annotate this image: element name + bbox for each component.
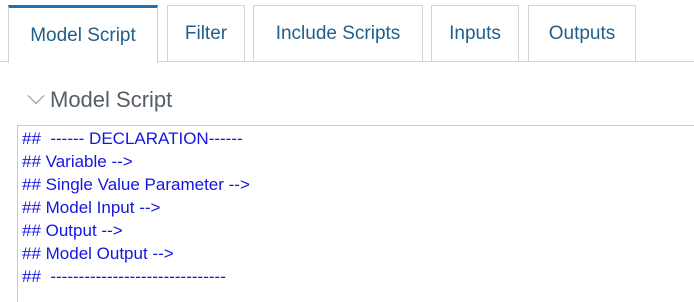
tab-label: Outputs	[548, 22, 616, 44]
script-editor[interactable]: ## ------ DECLARATION------ ## Variable …	[17, 125, 694, 302]
tab-inputs[interactable]: Inputs	[431, 5, 519, 61]
tab-include-scripts[interactable]: Include Scripts	[253, 5, 423, 61]
code-line: ## -------------------------------	[22, 267, 226, 286]
tab-label: Inputs	[449, 22, 501, 44]
code-line: ## ------ DECLARATION------	[22, 129, 243, 148]
model-script-section-toggle[interactable]: Model Script	[27, 83, 173, 117]
code-line: ## Model Input -->	[22, 198, 161, 217]
tab-filter[interactable]: Filter	[167, 5, 245, 61]
tab-model-script[interactable]: Model Script	[8, 5, 158, 63]
tab-label: Model Script	[30, 24, 136, 46]
chevron-down-icon	[27, 87, 45, 105]
tab-label: Include Scripts	[275, 22, 401, 44]
code-line: ## Output -->	[22, 221, 123, 240]
tab-outputs[interactable]: Outputs	[528, 5, 636, 61]
code-line: ## Single Value Parameter -->	[22, 175, 250, 194]
code-line: ## Model Output -->	[22, 244, 174, 263]
section-title: Model Script	[50, 87, 173, 112]
code-line: ## Variable -->	[22, 152, 133, 171]
tab-label: Filter	[184, 22, 228, 44]
tab-bar: Model Script Filter Include Scripts Inpu…	[0, 0, 694, 63]
